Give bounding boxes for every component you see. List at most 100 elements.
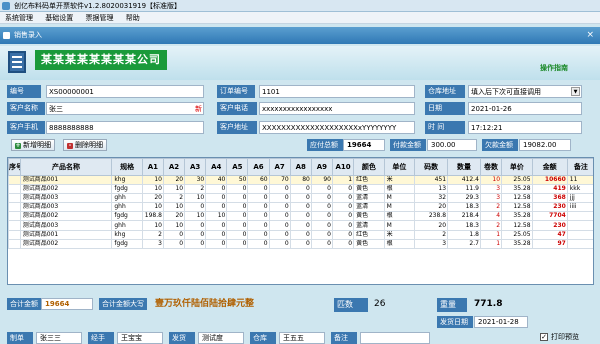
table-cell[interactable]: 13 xyxy=(414,184,449,195)
table-cell[interactable]: 35.28 xyxy=(501,238,533,249)
table-cell[interactable]: 0 xyxy=(310,202,333,213)
table-cell[interactable]: 12.58 xyxy=(501,220,533,231)
column-header[interactable]: A8 xyxy=(289,158,312,176)
table-cell[interactable]: 90 xyxy=(310,174,333,186)
date-field[interactable]: 2021-01-26 xyxy=(468,102,582,115)
table-row[interactable]: 测试商品002 fgdg 10 10 2 0 0 0 0 0 0 0 黄色根 13 11.9 3 35.28 41… xyxy=(8,184,593,195)
table-cell[interactable]: 10 xyxy=(141,202,164,213)
table-cell[interactable]: 0 xyxy=(247,220,270,231)
order-no-field[interactable]: 1101 xyxy=(259,85,415,98)
table-cell[interactable]: 70 xyxy=(268,174,291,186)
handler-field[interactable]: 王宝宝 xyxy=(117,332,163,344)
table-row[interactable]: 测试商品002 fgdg 198.8 20 10 10 0 0 0 0 0 0 黄色根 238.8 218.… xyxy=(8,211,593,222)
table-cell[interactable]: 0 xyxy=(226,238,249,249)
table-cell[interactable]: 根 xyxy=(383,238,416,249)
table-cell[interactable] xyxy=(8,238,21,249)
table-cell[interactable]: 0 xyxy=(226,211,249,222)
table-row[interactable]: 测试商品001 khg 10 20 30 40 50 60 70 80 90 1 红色米 451 412.4… xyxy=(8,174,593,186)
table-cell[interactable]: 2 xyxy=(479,202,503,213)
table-cell[interactable]: 测试商品002 xyxy=(19,238,113,249)
table-cell[interactable] xyxy=(566,220,593,231)
table-cell[interactable]: 0 xyxy=(184,202,207,213)
table-cell[interactable]: 60 xyxy=(247,174,270,186)
column-header[interactable]: 码数 xyxy=(414,158,449,176)
table-cell[interactable] xyxy=(566,211,593,222)
table-cell[interactable]: 12.58 xyxy=(501,193,533,204)
table-cell[interactable]: 10 xyxy=(162,184,186,195)
column-header[interactable]: A1 xyxy=(141,158,164,176)
column-header[interactable]: A7 xyxy=(268,158,291,176)
table-cell[interactable]: 10 xyxy=(141,184,164,195)
table-cell[interactable]: 20 xyxy=(414,202,449,213)
column-header[interactable]: A9 xyxy=(310,158,333,176)
table-cell[interactable]: 419 xyxy=(531,184,568,195)
table-cell[interactable]: 0 xyxy=(184,220,207,231)
column-header[interactable]: A4 xyxy=(205,158,228,176)
table-cell[interactable]: 0 xyxy=(247,184,270,195)
table-cell[interactable]: 0 xyxy=(310,184,333,195)
table-row[interactable]: 测试商品003 ghh 20 2 10 0 0 0 0 0 0 0 蓝清 M 32 29.3 3 12.58 368… xyxy=(8,193,593,204)
table-cell[interactable]: 测试商品002 xyxy=(19,184,113,195)
table-cell[interactable]: 12.58 xyxy=(501,202,533,213)
table-cell[interactable]: M xyxy=(383,193,416,204)
table-cell[interactable]: 412.4 xyxy=(447,174,481,186)
table-cell[interactable]: 10 xyxy=(162,202,186,213)
table-cell[interactable]: 0 xyxy=(310,193,333,204)
column-header[interactable]: A10 xyxy=(331,158,355,176)
column-header[interactable]: 产品名称 xyxy=(19,158,113,176)
table-cell[interactable]: khg xyxy=(111,174,143,186)
table-cell[interactable]: 0 xyxy=(247,238,270,249)
table-cell[interactable]: 0 xyxy=(205,202,228,213)
table-cell[interactable]: 18.3 xyxy=(447,220,481,231)
table-cell[interactable]: 0 xyxy=(247,193,270,204)
table-cell[interactable]: 0 xyxy=(268,220,291,231)
table-cell[interactable]: 35.28 xyxy=(501,211,533,222)
table-cell[interactable]: fgdg xyxy=(111,211,143,222)
menu-system[interactable]: 系统管理 xyxy=(0,12,38,24)
table-cell[interactable]: 黄色 xyxy=(353,211,385,222)
table-cell[interactable]: 测试商品001 xyxy=(19,229,113,240)
table-cell[interactable]: 80 xyxy=(289,174,312,186)
table-cell[interactable]: 1.8 xyxy=(447,229,481,240)
table-cell[interactable]: 0 xyxy=(289,202,312,213)
table-cell[interactable] xyxy=(566,238,593,249)
table-cell[interactable]: 20 xyxy=(414,220,449,231)
table-cell[interactable]: 0 xyxy=(247,211,270,222)
table-cell[interactable]: 测试商品002 xyxy=(19,211,113,222)
table-cell[interactable]: 2 xyxy=(479,220,503,231)
operation-guide-link[interactable]: 操作指南 xyxy=(540,63,568,73)
table-cell[interactable]: 蓝清 xyxy=(353,202,385,213)
table-cell[interactable]: 3 xyxy=(479,193,503,204)
table-cell[interactable]: 451 xyxy=(414,174,449,186)
table-cell[interactable]: 0 xyxy=(289,184,312,195)
table-cell[interactable]: 1 xyxy=(479,238,503,249)
table-cell[interactable]: 蓝清 xyxy=(353,220,385,231)
column-header[interactable]: 数量 xyxy=(447,158,481,176)
table-cell[interactable]: 20 xyxy=(141,193,164,204)
table-cell[interactable]: 50 xyxy=(226,174,249,186)
table-cell[interactable]: 0 xyxy=(331,238,355,249)
table-cell[interactable]: 2 xyxy=(141,229,164,240)
menu-basic-settings[interactable]: 基础设置 xyxy=(40,12,78,24)
table-cell[interactable]: 0 xyxy=(268,211,291,222)
table-cell[interactable]: 黄色 xyxy=(353,238,385,249)
table-cell[interactable]: M xyxy=(383,202,416,213)
menu-bill-management[interactable]: 票据管理 xyxy=(80,12,118,24)
column-header[interactable]: 卷数 xyxy=(479,158,503,176)
table-cell[interactable] xyxy=(566,229,593,240)
table-cell[interactable]: 2 xyxy=(162,193,186,204)
table-cell[interactable]: 35.28 xyxy=(501,184,533,195)
table-cell[interactable]: 0 xyxy=(331,229,355,240)
table-cell[interactable]: iiii xyxy=(566,202,593,213)
table-cell[interactable]: 0 xyxy=(205,229,228,240)
column-header[interactable]: 规格 xyxy=(111,158,143,176)
table-cell[interactable]: khg xyxy=(111,229,143,240)
table-cell[interactable]: 3 xyxy=(141,238,164,249)
table-cell[interactable]: 测试商品003 xyxy=(19,202,113,213)
table-cell[interactable]: jjj xyxy=(566,193,593,204)
table-cell[interactable]: 10 xyxy=(479,174,503,186)
table-cell[interactable]: 0 xyxy=(289,229,312,240)
table-cell[interactable]: 0 xyxy=(226,202,249,213)
table-cell[interactable]: 根 xyxy=(383,211,416,222)
customer-name-field[interactable]: 张三 新 xyxy=(46,102,204,115)
